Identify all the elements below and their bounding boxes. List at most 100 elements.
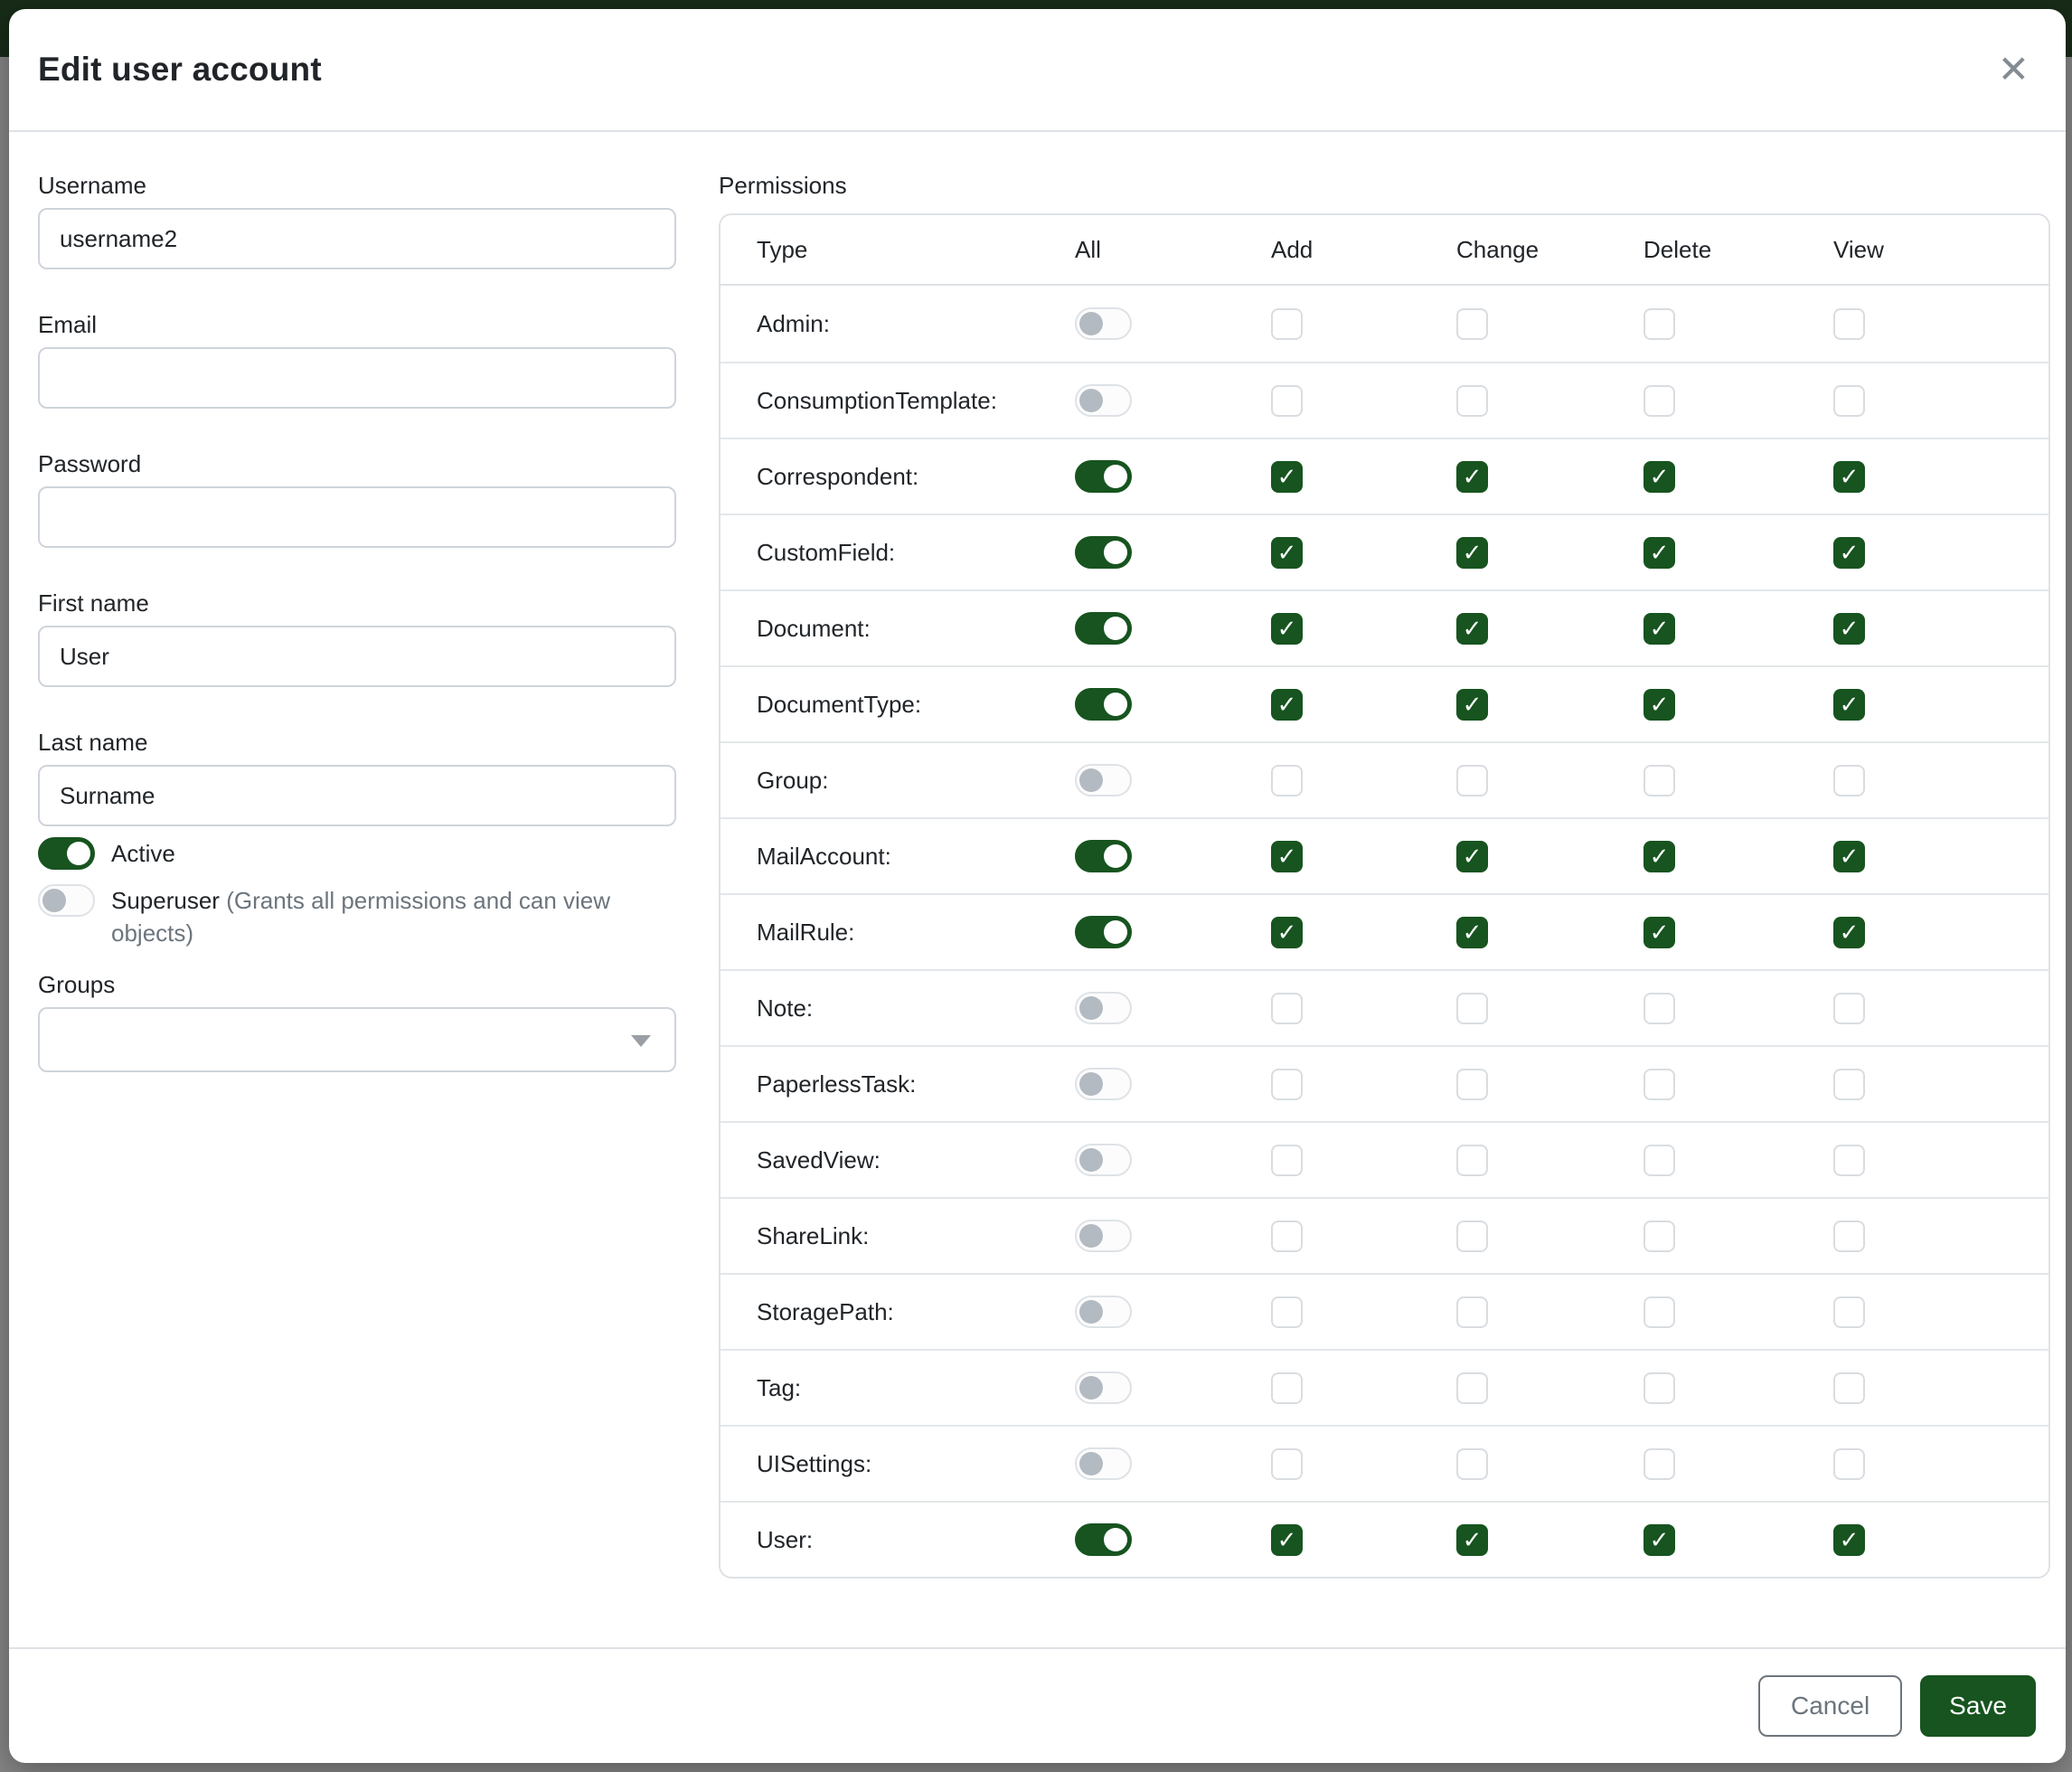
delete-checkbox[interactable] xyxy=(1643,993,1675,1024)
view-checkbox[interactable] xyxy=(1833,1372,1865,1404)
view-checkbox[interactable] xyxy=(1833,1448,1865,1480)
all-toggle[interactable] xyxy=(1075,1144,1132,1176)
all-toggle[interactable] xyxy=(1075,1523,1132,1556)
change-checkbox[interactable]: ✓ xyxy=(1456,689,1488,721)
change-checkbox[interactable]: ✓ xyxy=(1456,917,1488,948)
change-checkbox[interactable]: ✓ xyxy=(1456,461,1488,493)
view-checkbox[interactable] xyxy=(1833,1145,1865,1176)
change-checkbox[interactable] xyxy=(1456,1448,1488,1480)
delete-checkbox[interactable] xyxy=(1643,1448,1675,1480)
delete-checkbox[interactable] xyxy=(1643,1221,1675,1252)
all-toggle[interactable] xyxy=(1075,612,1132,645)
all-toggle[interactable] xyxy=(1075,1371,1132,1404)
permission-row-user: User:✓✓✓✓ xyxy=(720,1501,2048,1577)
add-checkbox[interactable] xyxy=(1271,765,1303,796)
active-toggle[interactable] xyxy=(38,837,95,870)
add-checkbox[interactable] xyxy=(1271,385,1303,417)
all-toggle[interactable] xyxy=(1075,688,1132,721)
add-checkbox[interactable] xyxy=(1271,993,1303,1024)
groups-select[interactable] xyxy=(38,1007,676,1072)
add-checkbox[interactable] xyxy=(1271,1372,1303,1404)
view-checkbox[interactable]: ✓ xyxy=(1833,841,1865,872)
change-checkbox[interactable]: ✓ xyxy=(1456,537,1488,569)
add-checkbox[interactable] xyxy=(1271,1069,1303,1100)
view-checkbox[interactable] xyxy=(1833,385,1865,417)
add-checkbox[interactable] xyxy=(1271,1296,1303,1328)
last-name-label: Last name xyxy=(38,729,676,756)
username-input[interactable] xyxy=(38,208,676,269)
delete-checkbox[interactable]: ✓ xyxy=(1643,613,1675,645)
change-checkbox[interactable] xyxy=(1456,1296,1488,1328)
all-toggle[interactable] xyxy=(1075,992,1132,1024)
change-checkbox[interactable]: ✓ xyxy=(1456,841,1488,872)
permission-type-label: Note: xyxy=(720,994,1075,1023)
add-checkbox[interactable]: ✓ xyxy=(1271,841,1303,872)
change-checkbox[interactable] xyxy=(1456,765,1488,796)
all-toggle[interactable] xyxy=(1075,1447,1132,1480)
add-checkbox[interactable]: ✓ xyxy=(1271,461,1303,493)
change-checkbox[interactable] xyxy=(1456,308,1488,340)
add-checkbox[interactable]: ✓ xyxy=(1271,613,1303,645)
all-toggle[interactable] xyxy=(1075,1220,1132,1252)
view-checkbox[interactable] xyxy=(1833,1069,1865,1100)
superuser-toggle[interactable] xyxy=(38,884,95,917)
all-toggle[interactable] xyxy=(1075,1296,1132,1328)
view-checkbox[interactable]: ✓ xyxy=(1833,613,1865,645)
add-checkbox[interactable]: ✓ xyxy=(1271,917,1303,948)
delete-checkbox[interactable]: ✓ xyxy=(1643,917,1675,948)
delete-checkbox[interactable] xyxy=(1643,385,1675,417)
delete-checkbox[interactable] xyxy=(1643,1145,1675,1176)
delete-checkbox[interactable] xyxy=(1643,765,1675,796)
view-checkbox[interactable]: ✓ xyxy=(1833,917,1865,948)
close-icon[interactable]: ✕ xyxy=(1998,51,2030,89)
all-toggle[interactable] xyxy=(1075,764,1132,796)
all-toggle[interactable] xyxy=(1075,840,1132,872)
add-checkbox[interactable]: ✓ xyxy=(1271,537,1303,569)
view-checkbox[interactable] xyxy=(1833,308,1865,340)
password-field[interactable] xyxy=(38,486,676,548)
add-checkbox[interactable]: ✓ xyxy=(1271,689,1303,721)
add-checkbox[interactable] xyxy=(1271,1221,1303,1252)
add-checkbox[interactable] xyxy=(1271,1448,1303,1480)
all-toggle[interactable] xyxy=(1075,307,1132,340)
delete-checkbox[interactable] xyxy=(1643,1069,1675,1100)
delete-checkbox[interactable] xyxy=(1643,1296,1675,1328)
delete-checkbox[interactable]: ✓ xyxy=(1643,841,1675,872)
all-toggle[interactable] xyxy=(1075,460,1132,493)
delete-checkbox[interactable] xyxy=(1643,1372,1675,1404)
add-checkbox[interactable] xyxy=(1271,308,1303,340)
delete-checkbox[interactable]: ✓ xyxy=(1643,1524,1675,1556)
save-button[interactable]: Save xyxy=(1920,1675,2036,1737)
change-checkbox[interactable] xyxy=(1456,1372,1488,1404)
view-checkbox[interactable] xyxy=(1833,1221,1865,1252)
change-checkbox[interactable] xyxy=(1456,385,1488,417)
all-toggle[interactable] xyxy=(1075,1068,1132,1100)
add-checkbox[interactable]: ✓ xyxy=(1271,1524,1303,1556)
view-checkbox[interactable]: ✓ xyxy=(1833,1524,1865,1556)
change-checkbox[interactable]: ✓ xyxy=(1456,1524,1488,1556)
last-name-field[interactable] xyxy=(38,765,676,826)
view-checkbox[interactable]: ✓ xyxy=(1833,537,1865,569)
first-name-field[interactable] xyxy=(38,626,676,687)
all-toggle[interactable] xyxy=(1075,916,1132,948)
change-checkbox[interactable] xyxy=(1456,1069,1488,1100)
delete-checkbox[interactable]: ✓ xyxy=(1643,537,1675,569)
change-checkbox[interactable]: ✓ xyxy=(1456,613,1488,645)
superuser-label: Superuser xyxy=(111,887,220,914)
delete-checkbox[interactable] xyxy=(1643,308,1675,340)
change-checkbox[interactable] xyxy=(1456,1221,1488,1252)
view-checkbox[interactable] xyxy=(1833,765,1865,796)
change-checkbox[interactable] xyxy=(1456,1145,1488,1176)
delete-checkbox[interactable]: ✓ xyxy=(1643,461,1675,493)
cancel-button[interactable]: Cancel xyxy=(1758,1675,1902,1737)
change-checkbox[interactable] xyxy=(1456,993,1488,1024)
all-toggle[interactable] xyxy=(1075,384,1132,417)
view-checkbox[interactable] xyxy=(1833,993,1865,1024)
delete-checkbox[interactable]: ✓ xyxy=(1643,689,1675,721)
view-checkbox[interactable]: ✓ xyxy=(1833,461,1865,493)
add-checkbox[interactable] xyxy=(1271,1145,1303,1176)
view-checkbox[interactable]: ✓ xyxy=(1833,689,1865,721)
email-field[interactable] xyxy=(38,347,676,409)
view-checkbox[interactable] xyxy=(1833,1296,1865,1328)
all-toggle[interactable] xyxy=(1075,536,1132,569)
